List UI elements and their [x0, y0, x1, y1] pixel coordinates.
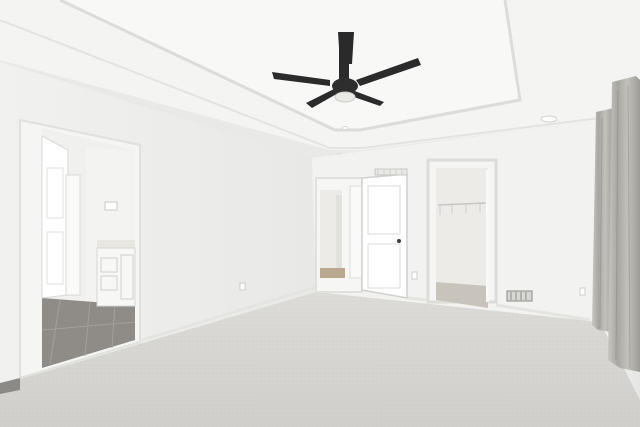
- hallway-doorway[interactable]: [315, 177, 363, 293]
- recessed-light-center: [341, 126, 349, 130]
- wall-outlet: [239, 282, 246, 291]
- wall-outlet: [579, 287, 586, 296]
- door-handle-icon[interactable]: [397, 239, 401, 243]
- bathroom-door[interactable]: [41, 135, 69, 299]
- closet-doorway[interactable]: [426, 158, 498, 308]
- wall-outlet: [411, 271, 418, 280]
- bedroom-photo: [0, 0, 640, 427]
- light-switch: [104, 201, 118, 211]
- recessed-light-right: [540, 115, 558, 123]
- curtain-right[interactable]: [608, 76, 640, 372]
- vanity-countertop: [97, 240, 135, 248]
- window-curtains[interactable]: [592, 76, 640, 372]
- fan-light-globe: [334, 91, 356, 103]
- bathroom-doorway[interactable]: [19, 118, 141, 380]
- vanity-cabinet: [96, 247, 136, 307]
- hall-door[interactable]: [361, 173, 408, 299]
- hall-floor: [320, 268, 345, 278]
